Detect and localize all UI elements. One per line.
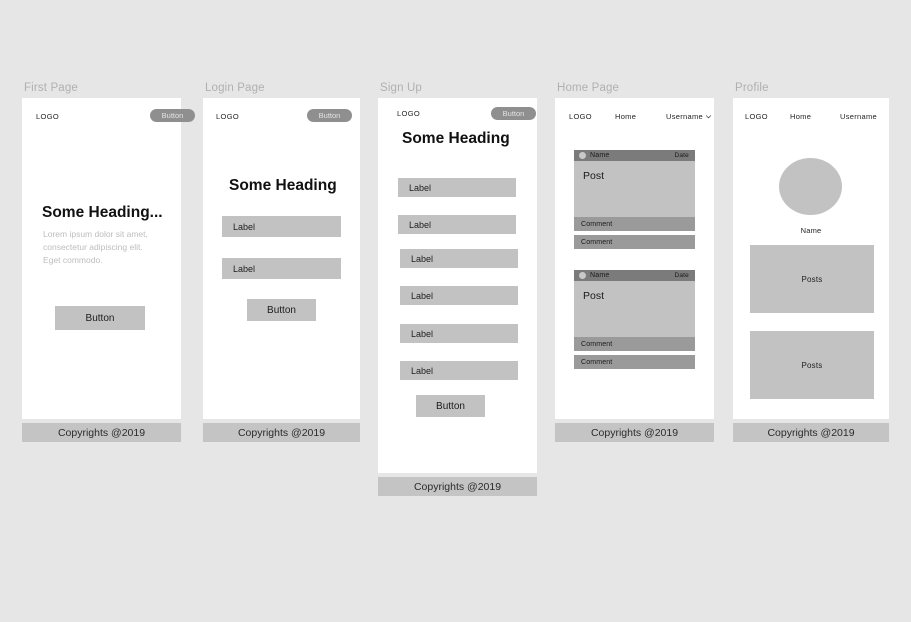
logo-text: LOGO	[745, 112, 768, 121]
post-body-text: Post	[583, 290, 605, 302]
nav-username-label: Username	[666, 112, 703, 121]
nav-logo[interactable]: LOGO	[745, 112, 768, 121]
footer-copyright: Copyrights @2019	[733, 423, 889, 442]
body-paragraph: Lorem ipsum dolor sit amet, consectetur …	[43, 229, 148, 265]
nav-item-home[interactable]: Home	[615, 112, 636, 121]
profile-post-block[interactable]: Posts	[750, 245, 874, 313]
input-field-1[interactable]: Label	[222, 216, 341, 237]
device-frame-profile: LOGO Home Username Name Posts Posts	[733, 98, 889, 419]
screen-first-page: First Page LOGO Button Some Heading... L…	[22, 82, 195, 442]
post-body: Post	[574, 281, 695, 337]
input-field-4[interactable]: Label	[400, 286, 518, 305]
post-author-name: Name	[590, 152, 610, 159]
wireframe-canvas: First Page LOGO Button Some Heading... L…	[0, 0, 911, 622]
post-author-name: Name	[590, 272, 610, 279]
avatar-icon	[579, 272, 586, 279]
page-heading: Some Heading	[402, 130, 510, 147]
post-card: Name Date Post Comment Comment	[574, 150, 695, 249]
comment-row[interactable]: Comment	[574, 235, 695, 249]
page-heading: Some Heading	[229, 177, 337, 194]
page-heading: Some Heading...	[42, 204, 163, 221]
header-pill-button[interactable]: Button	[307, 109, 352, 122]
nav-item-username[interactable]: Username	[666, 112, 712, 121]
footer-copyright: Copyrights @2019	[555, 423, 714, 442]
submit-button[interactable]: Button	[247, 299, 316, 321]
nav-username-label: Username	[840, 112, 877, 121]
post-body-text: Post	[583, 170, 605, 182]
nav-logo[interactable]: LOGO	[569, 112, 592, 121]
comment-row[interactable]: Comment	[574, 217, 695, 231]
device-frame-home-page: LOGO Home Username Name Date Post Commen…	[555, 98, 714, 419]
nav-item-home[interactable]: Home	[790, 112, 811, 121]
profile-avatar	[779, 158, 842, 215]
nav-home-label: Home	[790, 112, 812, 121]
screen-label-login-page: Login Page	[205, 82, 265, 94]
comment-row[interactable]: Comment	[574, 355, 695, 369]
screen-home-page: Home Page LOGO Home Username Name Date P…	[555, 82, 714, 442]
screen-login-page: Login Page LOGO Button Some Heading Labe…	[203, 82, 360, 442]
post-date: Date	[674, 152, 689, 159]
nav-item-username[interactable]: Username	[840, 112, 877, 121]
screen-sign-up: Sign Up LOGO Button Some Heading Label L…	[378, 82, 537, 496]
avatar-icon	[579, 152, 586, 159]
post-header: Name Date	[574, 150, 695, 161]
submit-button[interactable]: Button	[416, 395, 485, 417]
logo-text: LOGO	[569, 112, 592, 121]
post-card: Name Date Post Comment Comment	[574, 270, 695, 369]
footer-copyright: Copyrights @2019	[203, 423, 360, 442]
input-field-5[interactable]: Label	[400, 324, 518, 343]
comment-row[interactable]: Comment	[574, 337, 695, 351]
logo-text: LOGO	[216, 112, 240, 121]
post-body: Post	[574, 161, 695, 217]
nav-home-label: Home	[615, 112, 637, 121]
input-field-6[interactable]: Label	[400, 361, 518, 380]
logo-text: LOGO	[36, 112, 60, 121]
profile-name: Name	[800, 226, 822, 235]
header-pill-button[interactable]: Button	[491, 107, 536, 120]
input-field-2[interactable]: Label	[222, 258, 341, 279]
screen-label-sign-up: Sign Up	[380, 82, 422, 94]
input-field-1[interactable]: Label	[398, 178, 516, 197]
screen-label-first-page: First Page	[24, 82, 78, 94]
screen-label-profile: Profile	[735, 82, 769, 94]
logo-text: LOGO	[397, 109, 421, 118]
profile-post-block[interactable]: Posts	[750, 331, 874, 399]
device-frame-login-page: LOGO Button Some Heading Label Label But…	[203, 98, 360, 419]
post-date: Date	[674, 272, 689, 279]
screen-profile: Profile LOGO Home Username Name Posts Po…	[733, 82, 889, 442]
footer-copyright: Copyrights @2019	[22, 423, 181, 442]
input-field-2[interactable]: Label	[398, 215, 516, 234]
device-frame-first-page: LOGO Button Some Heading... Lorem ipsum …	[22, 98, 195, 419]
footer-copyright: Copyrights @2019	[378, 477, 537, 496]
chevron-down-icon	[705, 113, 712, 120]
screen-label-home-page: Home Page	[557, 82, 620, 94]
device-frame-sign-up: LOGO Button Some Heading Label Label Lab…	[378, 98, 537, 473]
input-field-3[interactable]: Label	[400, 249, 518, 268]
primary-cta-button[interactable]: Button	[55, 306, 145, 330]
header-pill-button[interactable]: Button	[150, 109, 195, 122]
post-header: Name Date	[574, 270, 695, 281]
